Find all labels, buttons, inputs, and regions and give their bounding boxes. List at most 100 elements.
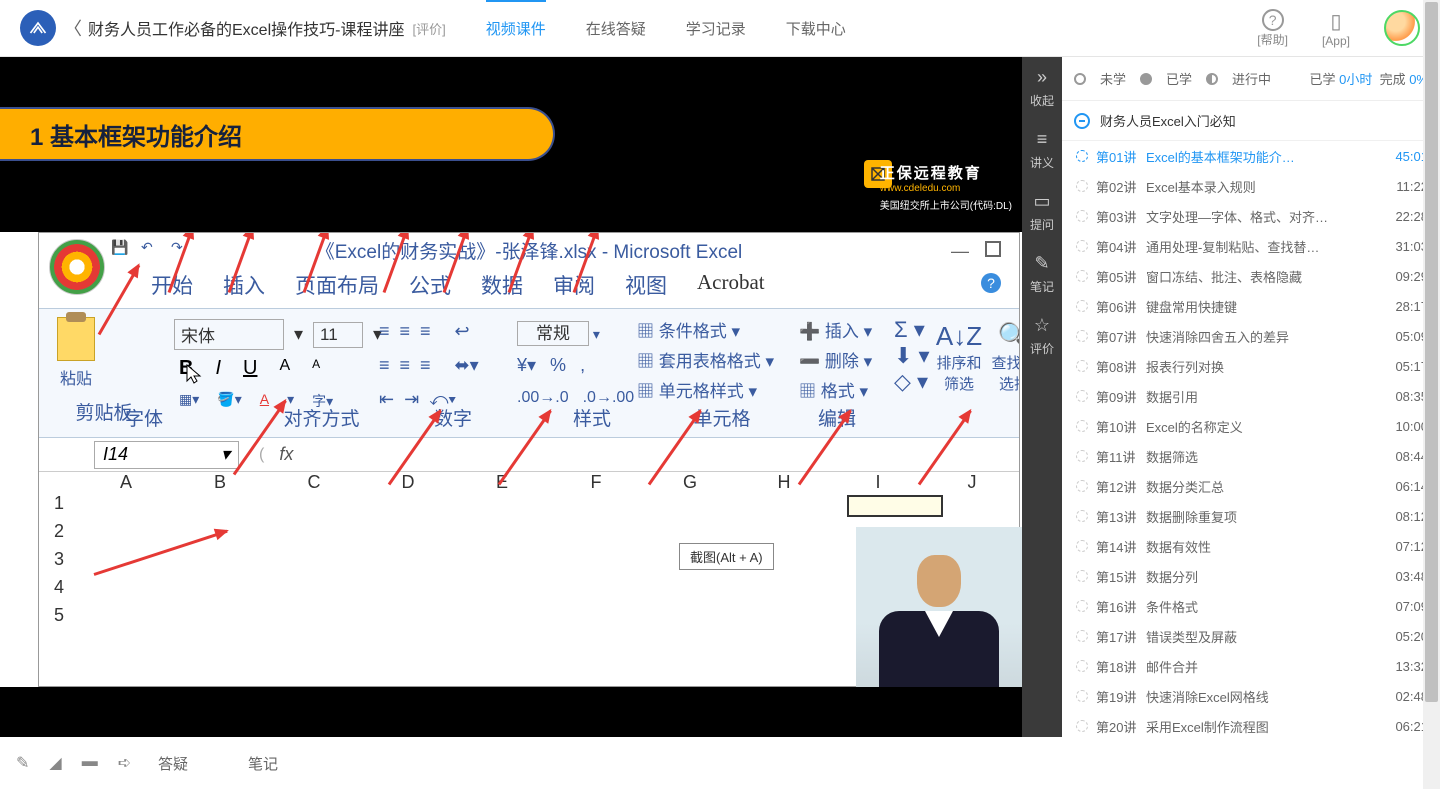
status-icon — [1076, 390, 1088, 402]
status-icon — [1076, 690, 1088, 702]
percent-icon: % — [550, 355, 566, 376]
status-icon — [1076, 420, 1088, 432]
app-button[interactable]: ▯ [App] — [1322, 9, 1350, 48]
help-icon: ? — [1262, 9, 1284, 31]
lecture-item[interactable]: 第12讲数据分类汇总06:14 — [1062, 471, 1440, 501]
lecture-item[interactable]: 第04讲通用处理-复制粘贴、查找替…31:03 — [1062, 231, 1440, 261]
user-avatar[interactable] — [1384, 10, 1420, 46]
lecture-item[interactable]: 第15讲数据分列03:48 — [1062, 561, 1440, 591]
circle-full-icon — [1140, 73, 1152, 85]
lecture-item[interactable]: 第07讲快速消除四舍五入的差异05:09 — [1062, 321, 1440, 351]
marker-icon[interactable]: ✎ — [16, 753, 29, 773]
lecture-item[interactable]: 第13讲数据删除重复项08:12 — [1062, 501, 1440, 531]
fx-icon: fx — [279, 444, 293, 465]
side-dock: »收起 ≡讲义 ▭提问 ✎笔记 ☆评价 — [1022, 57, 1062, 737]
lecture-item[interactable]: 第10讲Excel的名称定义10:00 — [1062, 411, 1440, 441]
row-headers: 12345 — [39, 493, 79, 633]
lecture-item[interactable]: 第02讲Excel基本录入规则11:22 — [1062, 171, 1440, 201]
find-icon: 🔍 — [989, 321, 1020, 352]
selected-cell — [847, 495, 943, 517]
merge-icon: ⬌▾ — [455, 355, 479, 376]
status-icon — [1076, 720, 1088, 732]
eraser-icon[interactable]: ◢ — [49, 753, 61, 773]
lecture-item[interactable]: 第01讲Excel的基本框架功能介…45:01 — [1062, 141, 1440, 171]
lecture-item[interactable]: 第06讲键盘常用快捷键28:17 — [1062, 291, 1440, 321]
slide-title: 1 基本框架功能介绍 — [0, 107, 555, 161]
sort-icon: A↓Z — [934, 321, 984, 352]
progress-legend: 未学 已学 进行中 已学 0小时 完成 0% — [1062, 57, 1440, 101]
font-grow-icon: A — [279, 357, 290, 380]
circle-half-icon — [1206, 73, 1218, 85]
video-player[interactable]: 1 基本框架功能介绍 正保远程教育 www.cdeledu.com 美国纽交所上… — [0, 57, 1022, 737]
minimize-icon: — — [951, 241, 969, 262]
header-right: ? [帮助] ▯ [App] — [1257, 9, 1420, 48]
pencil-icon: ✎ — [1030, 253, 1054, 274]
dock-ask[interactable]: ▭提问 — [1030, 181, 1054, 243]
rect-icon[interactable]: ▬ — [82, 753, 98, 773]
dock-notes[interactable]: ✎笔记 — [1030, 243, 1054, 305]
lecture-item[interactable]: 第03讲文字处理—字体、格式、对齐…22:28 — [1062, 201, 1440, 231]
arrow-icon[interactable]: ➪ — [118, 753, 131, 773]
chevron-right-icon: » — [1030, 67, 1054, 88]
status-icon — [1076, 150, 1088, 162]
back-icon[interactable]: 〈 — [64, 15, 82, 41]
video-toolbar: ✎ ◢ ▬ ➪ — [16, 753, 131, 773]
lecture-item[interactable]: 第19讲快速消除Excel网格线02:48 — [1062, 681, 1440, 711]
help-ribbon-icon: ? — [981, 270, 1001, 294]
status-icon — [1076, 630, 1088, 642]
currency-icon: ¥▾ — [517, 355, 536, 376]
paste-button: 粘贴 — [49, 317, 103, 389]
wrap-icon: ↩ — [455, 321, 470, 342]
lecture-item[interactable]: 第18讲邮件合并13:32 — [1062, 651, 1440, 681]
dock-handout[interactable]: ≡讲义 — [1030, 119, 1054, 181]
slide-content: 1 基本框架功能介绍 正保远程教育 www.cdeledu.com 美国纽交所上… — [0, 57, 1022, 687]
bottom-tabs: 答疑 笔记 — [0, 737, 1440, 789]
italic-icon: I — [215, 357, 221, 380]
tab-download[interactable]: 下载中心 — [786, 0, 846, 57]
status-icon — [1076, 450, 1088, 462]
page-scrollbar[interactable] — [1423, 0, 1440, 789]
ribbon-tabs: 开始 插入 页面布局 公式 数据 审阅 视图 Acrobat ? — [39, 270, 1019, 300]
lecture-list: 第01讲Excel的基本框架功能介…45:01第02讲Excel基本录入规则11… — [1062, 141, 1440, 737]
lecture-item[interactable]: 第17讲错误类型及屏蔽05:20 — [1062, 621, 1440, 651]
lecture-item[interactable]: 第11讲数据筛选08:44 — [1062, 441, 1440, 471]
presenter-webcam — [856, 527, 1022, 687]
tab-video[interactable]: 视频课件 — [486, 0, 546, 57]
status-icon — [1076, 540, 1088, 552]
font-shrink-icon: A — [312, 357, 320, 380]
course-title: 财务人员工作必备的Excel操作技巧-课程讲座 — [88, 16, 404, 40]
status-icon — [1076, 480, 1088, 492]
lecture-item[interactable]: 第14讲数据有效性07:12 — [1062, 531, 1440, 561]
tab-history[interactable]: 学习记录 — [686, 0, 746, 57]
status-icon — [1076, 330, 1088, 342]
app-header: 〈 财务人员工作必备的Excel操作技巧-课程讲座 [评价] 视频课件 在线答疑… — [0, 0, 1440, 57]
lecture-item[interactable]: 第08讲报表行列对换05:17 — [1062, 351, 1440, 381]
status-icon — [1076, 180, 1088, 192]
chat-icon: ▭ — [1030, 191, 1054, 212]
help-button[interactable]: ? [帮助] — [1257, 9, 1288, 48]
status-icon — [1076, 240, 1088, 252]
bottom-tab-notes[interactable]: 笔记 — [248, 753, 278, 774]
phone-icon: ▯ — [1330, 9, 1341, 34]
evaluate-link[interactable]: [评价] — [412, 19, 445, 38]
lecture-item[interactable]: 第05讲窗口冻结、批注、表格隐藏09:29 — [1062, 261, 1440, 291]
name-box: I14▾ — [94, 441, 239, 469]
circle-empty-icon — [1074, 73, 1086, 85]
collapse-button[interactable]: »收起 — [1030, 57, 1054, 119]
status-icon — [1076, 300, 1088, 312]
status-icon — [1076, 510, 1088, 522]
collapse-section-icon — [1074, 113, 1090, 129]
lecture-item[interactable]: 第20讲采用Excel制作流程图06:21 — [1062, 711, 1440, 737]
section-header[interactable]: 财务人员Excel入门必知 — [1062, 101, 1440, 141]
nav-tabs: 视频课件 在线答疑 学习记录 下载中心 — [486, 0, 846, 57]
lecture-item[interactable]: 第09讲数据引用08:35 — [1062, 381, 1440, 411]
autosum-icon: Σ ▾ — [894, 317, 930, 343]
lecture-item[interactable]: 第16讲条件格式07:09 — [1062, 591, 1440, 621]
fill-down-icon: ⬇ ▾ — [894, 343, 930, 369]
dock-rate[interactable]: ☆评价 — [1030, 305, 1054, 367]
bottom-tab-qa[interactable]: 答疑 — [158, 753, 188, 774]
brand-badge: 正保远程教育 www.cdeledu.com 美国纽交所上市公司(代码:DL) — [880, 162, 1012, 212]
column-headers: ABCDEFGHIJ — [79, 472, 1019, 493]
tab-qa[interactable]: 在线答疑 — [586, 0, 646, 57]
status-icon — [1076, 210, 1088, 222]
